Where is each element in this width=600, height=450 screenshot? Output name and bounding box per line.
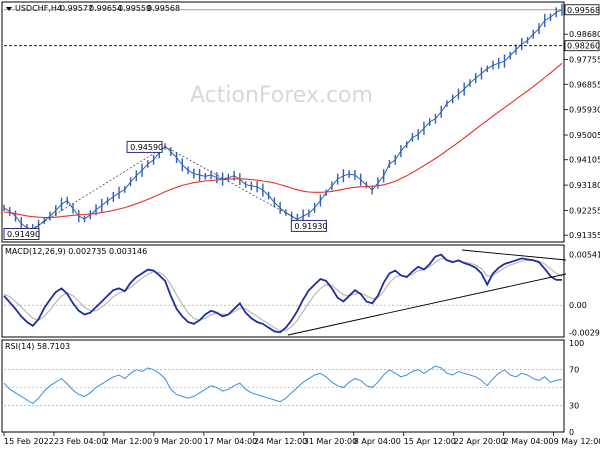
x-tick-label: 17 Mar 04:00	[204, 437, 257, 446]
rsi-y-tick-label: 0	[569, 428, 574, 437]
x-tick-label: 8 Apr 04:00	[354, 437, 401, 446]
rsi-layer	[3, 365, 563, 406]
macd-trendline-resistance	[461, 249, 567, 261]
swing-connector	[27, 146, 166, 232]
price-y-tick-label: 0.94105	[569, 156, 600, 165]
price-y-tick-label: 0.91355	[569, 231, 600, 240]
macd-trendline-support	[287, 273, 567, 336]
last-price-label: 0.99568	[567, 6, 600, 15]
rsi-line	[3, 365, 563, 405]
rsi-title: RSI(14) 58.7103	[5, 342, 70, 351]
x-tick-label: 9 May 12:00	[554, 437, 600, 446]
macd-panel-frame	[1, 244, 565, 338]
watermark: ActionForex.com	[190, 83, 373, 108]
price-annotation: 0.94590	[126, 140, 163, 153]
collapse-triangle-icon[interactable]	[6, 7, 12, 11]
price-line	[3, 9, 563, 230]
last-price-marker: 0.99568	[564, 4, 600, 16]
price-y-tick-label: 0.98680	[569, 30, 600, 39]
swing-connector	[164, 146, 298, 220]
x-tick-label: 15 Apr 12:00	[404, 437, 456, 446]
macd-y-tick-label: 0.00	[569, 301, 587, 310]
price-panel-frame	[1, 1, 565, 243]
price-y-tick-label: 0.95005	[569, 131, 600, 140]
level-marker: 0.98260	[564, 40, 600, 52]
rsi-y-tick-label: 100	[569, 339, 584, 348]
price-chart-title: USDCHF,H4	[15, 4, 62, 13]
price-y-tick-label: 0.92255	[569, 207, 600, 216]
x-tick-label: 24 Mar 12:00	[254, 437, 307, 446]
price-y-tick-label: 0.97755	[569, 56, 600, 65]
x-tick-label: 2 May 04:00	[504, 437, 554, 446]
price-layer: 0.94590 0.91930 0.91490	[3, 3, 563, 240]
annotation-label: 0.91490	[7, 230, 40, 239]
header-close: 0.99568	[147, 4, 180, 13]
rsi-y-tick-label: 30	[569, 401, 579, 410]
x-tick-label: 22 Apr 20:00	[454, 437, 506, 446]
x-tick-label: 23 Feb 04:00	[54, 437, 106, 446]
macd-y-tick-label: -0.00293	[569, 329, 600, 338]
x-tick-label: 2 Mar 12:00	[104, 437, 152, 446]
price-annotation: 0.91490	[3, 227, 40, 240]
price-y-tick-label: 0.96855	[569, 80, 600, 89]
price-y-tick-label: 0.93180	[569, 181, 600, 190]
rsi-panel-frame	[1, 339, 565, 433]
annotation-label: 0.94590	[130, 143, 163, 152]
x-tick-label: 31 Mar 20:00	[304, 437, 357, 446]
rsi-y-tick-label: 70	[569, 366, 579, 375]
price-y-tick-label: 0.95930	[569, 106, 600, 115]
macd-title: MACD(12,26,9) 0.002735 0.003146	[5, 247, 147, 256]
macd-layer	[3, 249, 567, 336]
macd-y-tick-label: 0.005419	[569, 250, 600, 259]
level-label: 0.98260	[567, 42, 600, 51]
price-annotation: 0.91930	[290, 219, 327, 232]
annotation-label: 0.91930	[294, 222, 327, 231]
x-tick-label: 15 Feb 2022	[4, 437, 54, 446]
x-tick-label: 9 Mar 20:00	[154, 437, 202, 446]
forex-chart: ActionForex.com USDCHF,H4 0.99577 0.9965…	[1, 1, 600, 446]
